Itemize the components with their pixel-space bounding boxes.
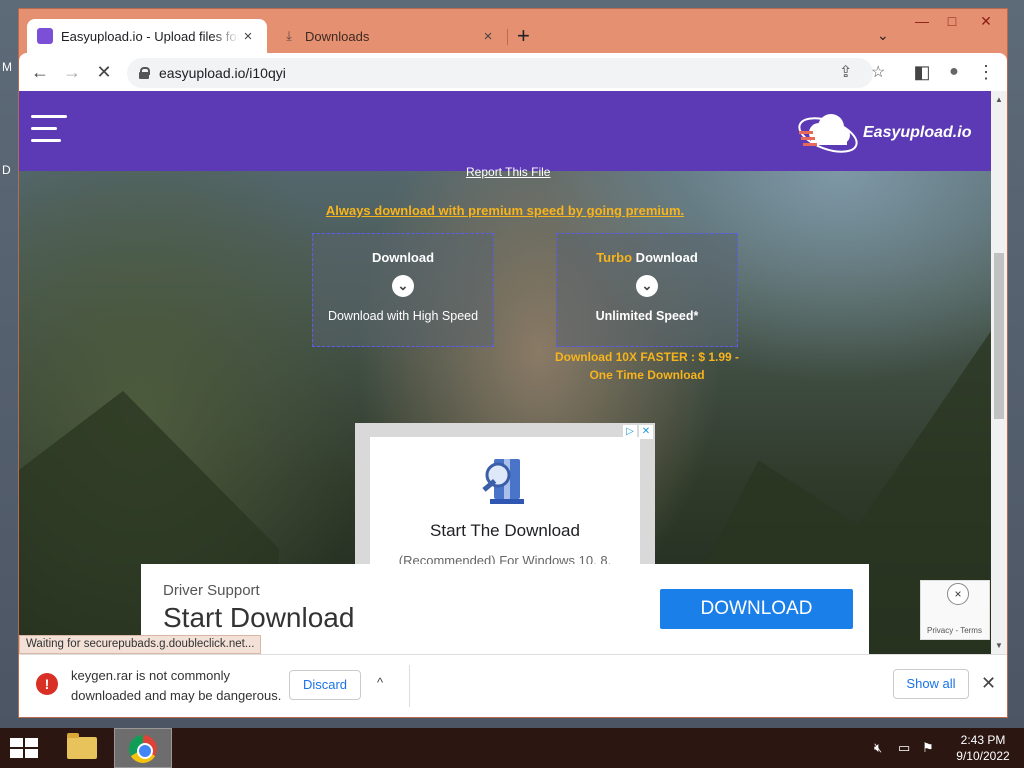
ad-title: Start The Download bbox=[430, 521, 580, 540]
download-title: Download bbox=[371, 250, 435, 265]
site-logo[interactable]: Easyupload.io bbox=[797, 105, 971, 161]
tab-easyupload[interactable]: Easyupload.io - Upload files for free × bbox=[27, 19, 267, 53]
close-shelf-icon[interactable]: ✕ bbox=[981, 673, 996, 694]
tab-close-icon[interactable]: × bbox=[239, 28, 257, 45]
download-button[interactable]: Download ⌄ Download with High Speed bbox=[312, 233, 494, 347]
warning-line: downloaded and may be dangerous. bbox=[71, 688, 282, 703]
browser-toolbar: ← → ✕ easyupload.io/i10qyi ⇪ ☆ ◧ ● ⋮ bbox=[19, 53, 1007, 91]
new-tab-button[interactable]: + bbox=[517, 25, 530, 47]
side-panel-icon[interactable]: ◧ bbox=[911, 62, 933, 82]
tab-close-icon[interactable]: × bbox=[479, 28, 497, 45]
tab-separator bbox=[507, 29, 508, 45]
premium-link[interactable]: Always download with premium speed by go… bbox=[19, 203, 991, 218]
ad-download-button[interactable]: DOWNLOAD bbox=[660, 589, 853, 629]
price-line: One Time Download bbox=[589, 368, 705, 382]
download-icon: ⤓ bbox=[286, 28, 292, 43]
tab-title: Easyupload.io - Upload files for free bbox=[61, 28, 239, 44]
archive-magnifier-icon bbox=[482, 459, 524, 504]
address-bar[interactable]: easyupload.io/i10qyi ⇪ ☆ bbox=[127, 58, 885, 88]
ad-headline: Start Download bbox=[163, 602, 355, 633]
stop-loading-button[interactable]: ✕ bbox=[93, 62, 115, 82]
action-center-icon[interactable]: ⚑ bbox=[922, 740, 934, 756]
clock-time: 2:43 PM bbox=[960, 733, 1006, 747]
lock-icon bbox=[139, 67, 150, 79]
scroll-down-icon[interactable]: ▼ bbox=[991, 641, 1007, 650]
ad-close-icon[interactable]: ✕ bbox=[639, 425, 653, 439]
profile-avatar-icon[interactable]: ● bbox=[943, 62, 965, 82]
site-favicon-icon bbox=[37, 28, 53, 44]
warning-line: keygen.rar is not commonly bbox=[71, 668, 230, 683]
system-clock[interactable]: 2:43 PM 9/10/2022 bbox=[948, 732, 1018, 764]
vertical-scrollbar[interactable]: ▲ ▼ bbox=[991, 91, 1007, 654]
windows-start-icon[interactable] bbox=[10, 738, 38, 758]
site-header: Easyupload.io bbox=[19, 91, 991, 171]
turbo-download-button[interactable]: Turbo Download ⌄ Unlimited Speed* bbox=[556, 233, 738, 347]
close-window-button[interactable]: ✕ bbox=[973, 13, 999, 30]
url-text[interactable]: easyupload.io/i10qyi bbox=[159, 65, 286, 81]
download-warning-message: keygen.rar is not commonly downloaded an… bbox=[71, 666, 291, 706]
chrome-taskbar-button[interactable] bbox=[114, 728, 172, 768]
tab-search-button[interactable]: ⌄ bbox=[877, 27, 889, 44]
cloud-logo-icon bbox=[798, 114, 858, 153]
network-icon[interactable]: ▭ bbox=[898, 740, 910, 756]
tab-downloads[interactable]: ⤓ Downloads × bbox=[271, 19, 507, 53]
price-line: Download 10X FASTER : $ 1.99 - bbox=[554, 350, 740, 364]
discard-button[interactable]: Discard bbox=[289, 670, 361, 700]
chrome-icon bbox=[129, 735, 157, 763]
back-button[interactable]: ← bbox=[29, 62, 51, 82]
minimize-button[interactable]: — bbox=[909, 13, 935, 29]
turbo-download-subtitle: Unlimited Speed* bbox=[595, 309, 699, 323]
chevron-down-icon: ⌄ bbox=[636, 275, 658, 297]
brand-name: Easyupload.io bbox=[863, 124, 972, 141]
tab-title: Downloads bbox=[305, 28, 370, 44]
show-all-button[interactable]: Show all bbox=[893, 669, 969, 699]
shelf-divider bbox=[409, 665, 410, 707]
browser-window: Easyupload.io - Upload files for free × … bbox=[18, 8, 1008, 718]
volume-muted-icon[interactable]: 🔇︎ bbox=[874, 740, 882, 756]
report-file-link[interactable]: Report This File bbox=[466, 165, 550, 179]
download-subtitle: Download with High Speed bbox=[327, 309, 479, 323]
tab-strip: Easyupload.io - Upload files for free × … bbox=[19, 9, 1007, 53]
page-viewport: Easyupload.io Report This File Always do… bbox=[19, 91, 1007, 654]
share-icon[interactable]: ⇪ bbox=[839, 62, 852, 82]
ad-eyebrow: Driver Support bbox=[163, 582, 260, 599]
taskbar: 🔇︎ ▭ ⚑ 2:43 PM 9/10/2022 bbox=[0, 728, 1024, 768]
recaptcha-badge[interactable]: × Privacy - Terms bbox=[920, 580, 990, 640]
clock-date: 9/10/2022 bbox=[956, 749, 1010, 763]
chevron-down-icon: ⌄ bbox=[392, 275, 414, 297]
turbo-download-title: Turbo Download bbox=[596, 250, 698, 265]
browser-menu-icon[interactable]: ⋮ bbox=[975, 62, 997, 82]
privacy-terms-link[interactable]: Privacy - Terms bbox=[927, 626, 982, 635]
status-bubble: Waiting for securepubads.g.doubleclick.n… bbox=[19, 635, 262, 654]
close-icon[interactable]: × bbox=[947, 583, 969, 605]
chevron-up-icon[interactable]: ^ bbox=[377, 675, 383, 690]
hamburger-menu-icon[interactable] bbox=[31, 115, 67, 145]
file-explorer-taskbar-button[interactable] bbox=[52, 728, 110, 768]
scrollbar-thumb[interactable] bbox=[994, 253, 1004, 419]
folder-icon bbox=[67, 733, 97, 759]
maximize-button[interactable]: □ bbox=[939, 13, 965, 29]
download-shelf: ! keygen.rar is not commonly downloaded … bbox=[19, 654, 1007, 717]
warning-icon: ! bbox=[36, 673, 58, 695]
desktop-icon-label[interactable]: M bbox=[2, 60, 12, 74]
bookmark-star-icon[interactable]: ☆ bbox=[871, 62, 885, 82]
forward-button[interactable]: → bbox=[61, 62, 83, 82]
turbo-price-text[interactable]: Download 10X FASTER : $ 1.99 - One Time … bbox=[552, 348, 742, 384]
scroll-up-icon[interactable]: ▲ bbox=[991, 95, 1007, 104]
desktop-icon-label[interactable]: D bbox=[2, 163, 11, 177]
